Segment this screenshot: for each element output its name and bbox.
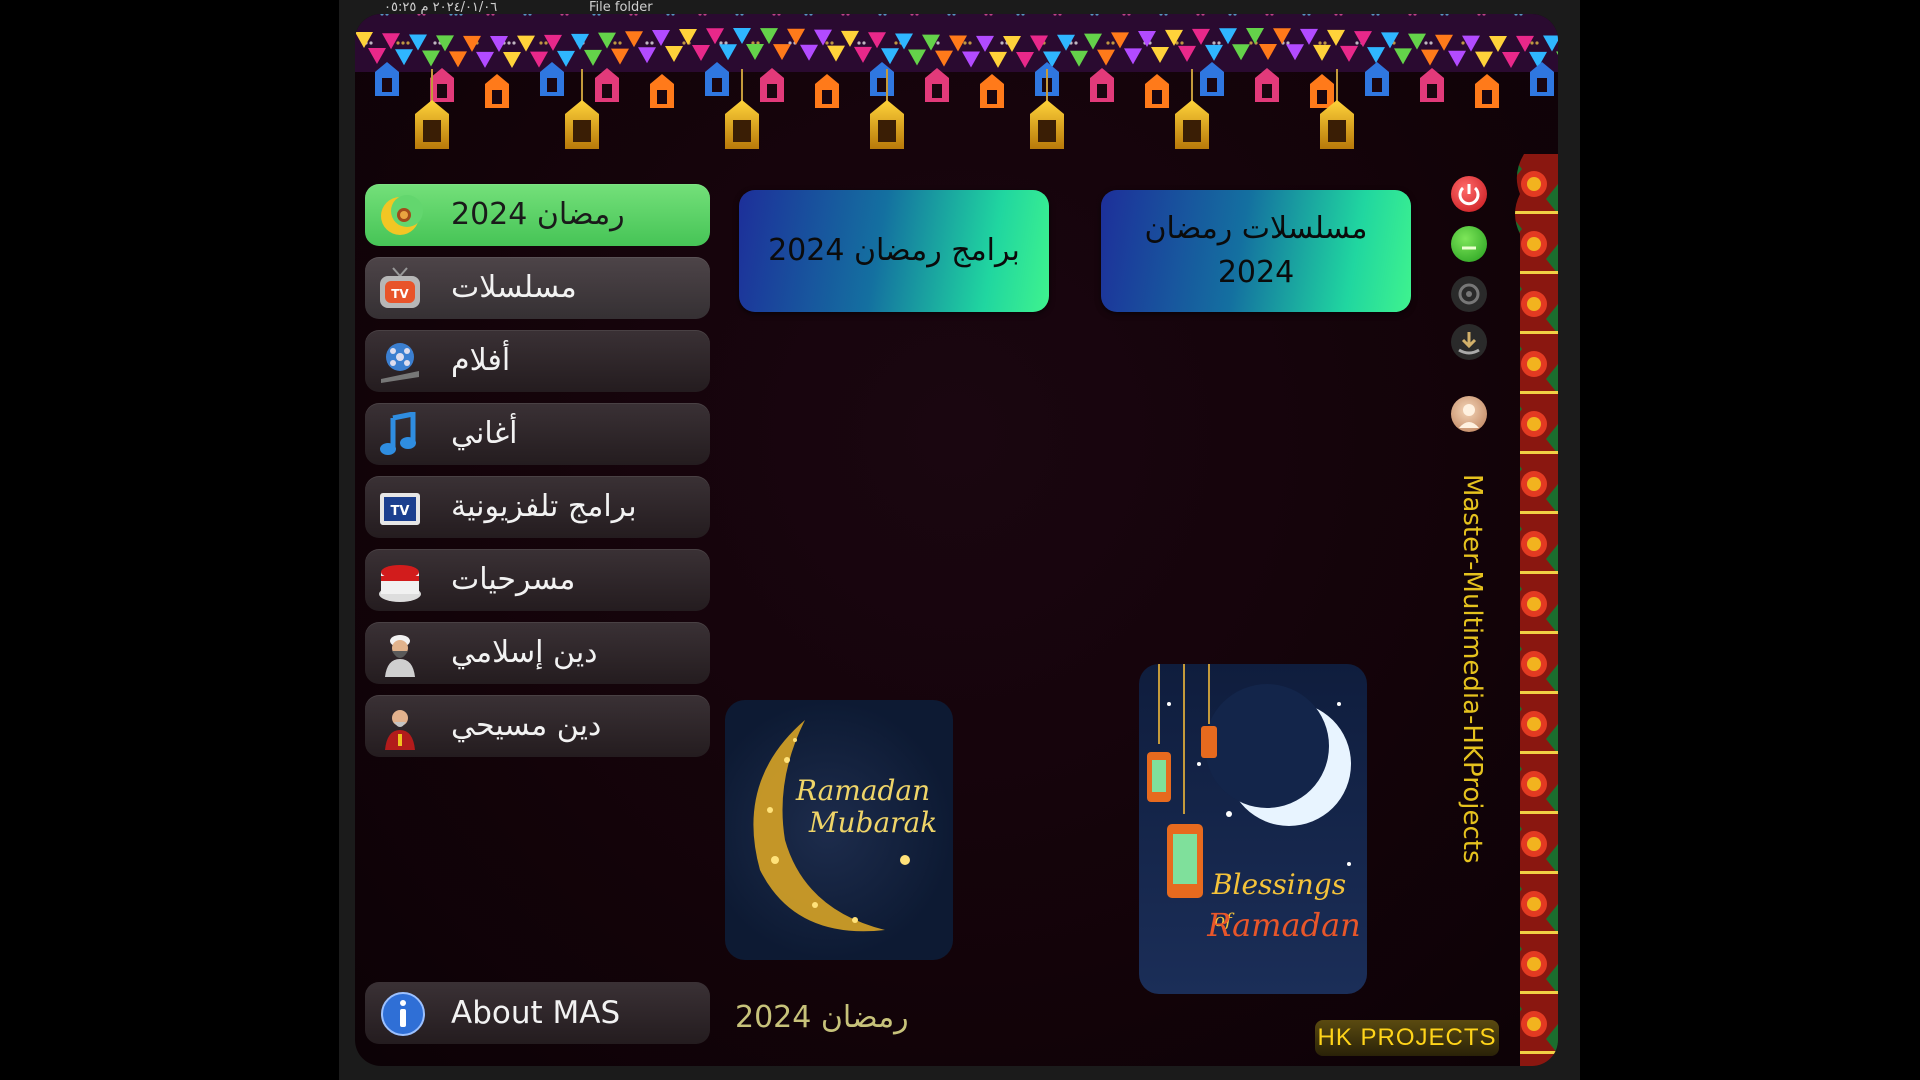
menu-item-christian[interactable]: دين مسيحي bbox=[365, 695, 710, 757]
menu-item-label: دين إسلامي bbox=[451, 635, 598, 670]
info-icon bbox=[381, 992, 425, 1036]
menu-item-ramadan-2024[interactable]: رمضان 2024 bbox=[365, 184, 710, 246]
music-note-icon bbox=[380, 412, 416, 455]
avatar-icon bbox=[1459, 404, 1479, 428]
profile-button[interactable] bbox=[1451, 396, 1487, 432]
theater-icon bbox=[379, 565, 421, 602]
ramadan-banner bbox=[355, 14, 1558, 149]
menu-item-songs[interactable]: أغاني bbox=[365, 403, 710, 465]
menu-item-movies[interactable]: أفلام bbox=[365, 330, 710, 392]
menu-item-label: أفلام bbox=[451, 343, 511, 378]
priest-icon bbox=[385, 710, 415, 750]
app-title-vertical: Master-Multimedia-HKProjects bbox=[1457, 474, 1487, 864]
tv-icon: TV bbox=[380, 267, 420, 308]
ramadan-programs-tile[interactable]: برامج رمضان 2024 bbox=[739, 190, 1049, 312]
tile-label: برامج رمضان 2024 bbox=[768, 233, 1020, 268]
card-text-line1: Blessings bbox=[1211, 868, 1346, 901]
brand-logo: HK PROJECTS bbox=[1315, 1020, 1499, 1056]
app-window: ٢٠٢٤/٠١/٠٦ م ٠٥:٢٥ File folder رمضان 202… bbox=[339, 0, 1580, 1080]
menu-item-label: دين مسيحي bbox=[451, 708, 602, 743]
settings-button[interactable] bbox=[1451, 276, 1487, 312]
lantern-moon-art: Blessings of Ramadan bbox=[1147, 664, 1361, 944]
menu-item-tv-programs[interactable]: TV برامج تلفزيونية bbox=[365, 476, 710, 538]
minimize-button[interactable] bbox=[1451, 226, 1487, 262]
left-backdrop bbox=[0, 0, 355, 1080]
crescent-stars-art: Ramadan Mubarak bbox=[753, 720, 937, 932]
card-text-line3: Ramadan bbox=[1206, 906, 1361, 944]
menu-item-plays[interactable]: مسرحيات bbox=[365, 549, 710, 611]
about-button[interactable]: About MAS bbox=[365, 982, 710, 1044]
power-icon bbox=[1458, 184, 1480, 206]
svg-text:TV: TV bbox=[391, 504, 410, 519]
about-label: About MAS bbox=[451, 995, 621, 1031]
sheikh-icon bbox=[385, 635, 415, 677]
menu-item-label: مسلسلات bbox=[451, 270, 577, 305]
tile-label-line1: مسلسلات رمضان bbox=[1144, 211, 1368, 246]
app-title-text: Master-Multimedia-HKProjects bbox=[1457, 474, 1487, 864]
ramadan-mubarak-card: Ramadan Mubarak bbox=[725, 700, 953, 960]
download-button[interactable] bbox=[1451, 324, 1487, 360]
card-text-line1: Ramadan bbox=[795, 774, 930, 807]
file-type: File folder bbox=[589, 0, 653, 15]
main-panel: رمضان 2024 TV مسلسلات أفلام أغاني TV برا… bbox=[355, 14, 1558, 1066]
tv-program-icon: TV bbox=[380, 493, 420, 525]
gear-icon bbox=[1458, 283, 1480, 305]
decorative-border bbox=[1515, 154, 1558, 1066]
download-icon bbox=[1458, 332, 1480, 355]
menu-item-label: مسرحيات bbox=[451, 562, 576, 597]
tile-label-line2: 2024 bbox=[1217, 255, 1295, 290]
blessings-of-ramadan-card: Blessings of Ramadan bbox=[1139, 664, 1367, 994]
section-label: رمضان 2024 bbox=[735, 1000, 909, 1035]
tile-label: مسلسلات رمضان 2024 bbox=[1145, 207, 1368, 295]
category-menu: رمضان 2024 TV مسلسلات أفلام أغاني TV برا… bbox=[365, 184, 710, 768]
ramadan-series-tile[interactable]: مسلسلات رمضان 2024 bbox=[1101, 190, 1411, 312]
minimize-icon bbox=[1462, 246, 1476, 250]
menu-item-series[interactable]: TV مسلسلات bbox=[365, 257, 710, 319]
modified-date: ٢٠٢٤/٠١/٠٦ م ٠٥:٢٥ bbox=[384, 0, 498, 15]
svg-text:TV: TV bbox=[391, 287, 409, 301]
film-reel-icon bbox=[381, 343, 419, 383]
menu-item-label: برامج تلفزيونية bbox=[451, 489, 637, 524]
right-backdrop bbox=[1580, 0, 1920, 1080]
menu-item-label: رمضان 2024 bbox=[451, 197, 625, 232]
card-text-line2: Mubarak bbox=[808, 806, 937, 839]
menu-item-label: أغاني bbox=[451, 416, 518, 451]
close-button[interactable] bbox=[1451, 176, 1487, 212]
ramadan-moon-icon bbox=[381, 195, 423, 235]
menu-item-islamic[interactable]: دين إسلامي bbox=[365, 622, 710, 684]
